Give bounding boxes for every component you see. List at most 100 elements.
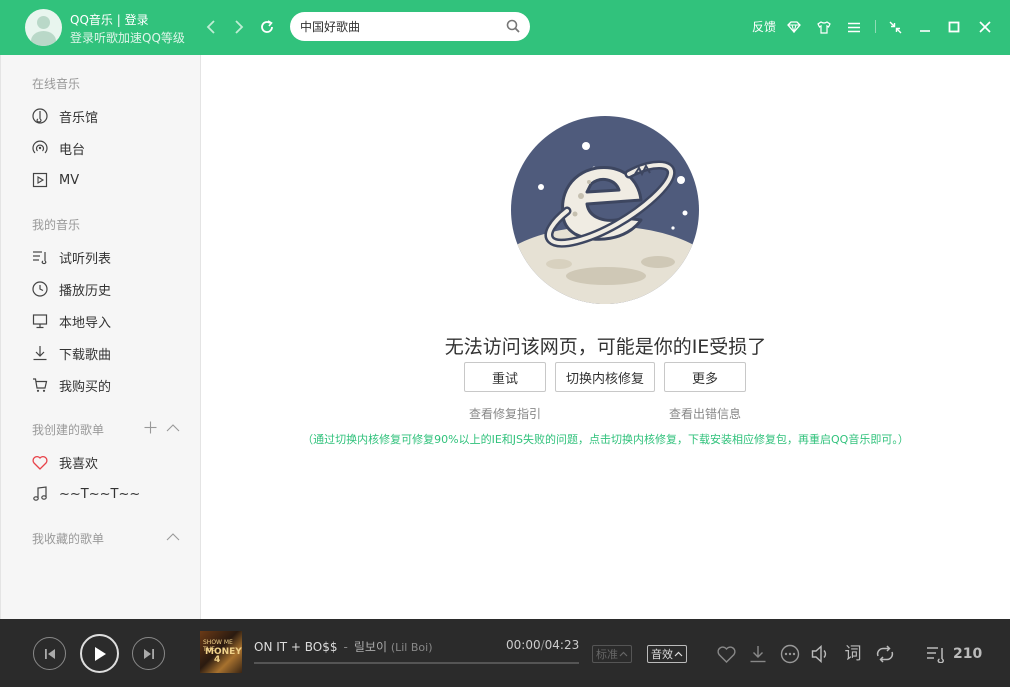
playlist-count: 210 [953, 646, 983, 662]
close-button[interactable] [975, 17, 995, 37]
sidebar-item-label: 音乐馆 [59, 110, 99, 126]
refresh-button[interactable] [256, 16, 278, 38]
sidebar-item-mv[interactable]: MV [31, 169, 191, 191]
previous-button[interactable] [33, 637, 66, 670]
sidebar-item-label: 本地导入 [59, 315, 112, 331]
forward-icon [235, 20, 244, 34]
refresh-icon [261, 20, 273, 33]
skin-icon [817, 20, 831, 34]
local-import-icon [31, 312, 49, 330]
section-title-my-music: 我的音乐 [32, 218, 81, 232]
mv-icon [31, 171, 49, 189]
mini-mode-icon [889, 21, 901, 33]
next-button[interactable] [132, 637, 165, 670]
note-icon [31, 485, 49, 503]
sidebar-item-label: 试听列表 [59, 251, 112, 267]
search-icon[interactable] [506, 19, 520, 33]
close-icon [979, 21, 991, 33]
history-icon [31, 280, 49, 298]
repeat-icon [876, 645, 894, 663]
time-total: 04:23 [544, 638, 580, 652]
sidebar-item-label: 我购买的 [59, 379, 112, 395]
feedback-link[interactable]: 反馈 [752, 18, 776, 35]
quality-button[interactable]: 标准 [592, 645, 632, 663]
add-playlist-icon[interactable] [144, 421, 157, 434]
retry-button[interactable]: 重试 [464, 362, 546, 392]
login-hint: 登录听歌加速QQ等级 [70, 31, 185, 45]
maximize-icon [948, 21, 960, 33]
back-button[interactable] [200, 16, 222, 38]
sidebar-item-local-import[interactable]: 本地导入 [31, 310, 191, 332]
sidebar-item-label: 下载歌曲 [59, 347, 112, 363]
collapse-created-icon[interactable] [166, 423, 180, 432]
download-button[interactable] [747, 643, 769, 665]
sidebar-item-label: 播放历史 [59, 283, 112, 299]
sidebar-item-purchased[interactable]: 我购买的 [31, 374, 191, 396]
song-title[interactable]: ON IT + BO$$ [254, 640, 338, 654]
volume-button[interactable] [810, 643, 832, 665]
menu-icon [848, 22, 860, 32]
lyrics-button[interactable]: 词 [842, 643, 864, 665]
sidebar-item-label: ~~T~~T~~ [59, 486, 141, 502]
player-bar: SHOW ME THE MONEY 4 ON IT + BO$$ - 릴보이 (Li… [0, 619, 1010, 687]
artist-name[interactable]: 릴보이 [354, 640, 387, 654]
more-button[interactable]: 更多 [664, 362, 746, 392]
playlist-icon [31, 248, 49, 266]
skin-button[interactable] [814, 17, 834, 37]
search-input[interactable] [300, 16, 500, 37]
lyrics-icon: 词 [844, 643, 862, 664]
progress-bar[interactable] [254, 662, 579, 664]
error-title: 无法访问该网页，可能是你的IE受损了 [444, 336, 767, 358]
sidebar-item-custom-playlist[interactable]: ~~T~~T~~ [31, 483, 191, 505]
sidebar-item-playlist[interactable]: 试听列表 [31, 246, 191, 268]
chevron-up-icon [619, 651, 628, 657]
volume-icon [811, 645, 827, 663]
forward-button[interactable] [228, 16, 250, 38]
title-bar: QQ音乐 | 登录 登录听歌加速QQ等级 反馈 [0, 0, 1010, 55]
album-cover[interactable]: SHOW ME THE MONEY 4 [200, 631, 242, 673]
mini-mode-button[interactable] [885, 17, 905, 37]
heart-icon [31, 453, 49, 471]
error-info-link[interactable]: 查看出错信息 [669, 405, 741, 422]
more-options-button[interactable] [779, 643, 801, 665]
section-title-created-playlists: 我创建的歌单 [32, 423, 105, 437]
avatar[interactable] [25, 9, 62, 46]
sound-effect-button[interactable]: 音效 [647, 645, 687, 663]
sidebar: 在线音乐 音乐馆 电台 MV 我的音乐 试听列表 播放历史 本地导入 下载歌曲 … [0, 55, 201, 619]
play-icon [94, 646, 106, 661]
maximize-button[interactable] [944, 17, 964, 37]
header-divider [875, 20, 876, 33]
broken-ie-icon [511, 116, 699, 304]
vip-button[interactable] [784, 17, 804, 37]
download-icon [31, 344, 49, 362]
sidebar-item-favorites[interactable]: 我喜欢 [31, 451, 191, 473]
heart-icon [716, 645, 736, 663]
sidebar-item-download[interactable]: 下载歌曲 [31, 342, 191, 364]
next-icon [143, 648, 154, 659]
like-button[interactable] [715, 643, 737, 665]
minimize-button[interactable] [915, 17, 935, 37]
repeat-mode-button[interactable] [874, 643, 896, 665]
sidebar-item-music-hall[interactable]: 音乐馆 [31, 105, 191, 127]
now-playing: ON IT + BO$$ - 릴보이 (Lil Boi) [254, 640, 433, 654]
sidebar-item-radio[interactable]: 电台 [31, 137, 191, 159]
play-queue-icon [927, 647, 944, 663]
repair-guide-link[interactable]: 查看修复指引 [469, 405, 541, 422]
artist-name-en: (Lil Boi) [390, 641, 433, 654]
switch-kernel-button[interactable]: 切换内核修复 [555, 362, 655, 392]
main-menu-button[interactable] [844, 17, 864, 37]
play-button[interactable] [80, 634, 119, 673]
previous-icon [44, 648, 55, 659]
login-link[interactable]: QQ音乐 | 登录 [70, 11, 149, 28]
section-title-online: 在线音乐 [32, 77, 81, 91]
playlist-button[interactable] [925, 643, 947, 665]
minimize-icon [920, 30, 930, 32]
diamond-icon [787, 21, 801, 33]
sidebar-item-history[interactable]: 播放历史 [31, 278, 191, 300]
time-display: 00:00/04:23 [506, 638, 580, 652]
collapse-collected-icon[interactable] [166, 532, 180, 541]
music-hall-icon [31, 107, 49, 125]
repair-hint: （通过切换内核修复可修复90%以上的IE和JS失败的问题，点击切换内核修复，下载… [302, 433, 909, 446]
sidebar-item-label: MV [59, 172, 80, 188]
radio-icon [31, 139, 49, 157]
